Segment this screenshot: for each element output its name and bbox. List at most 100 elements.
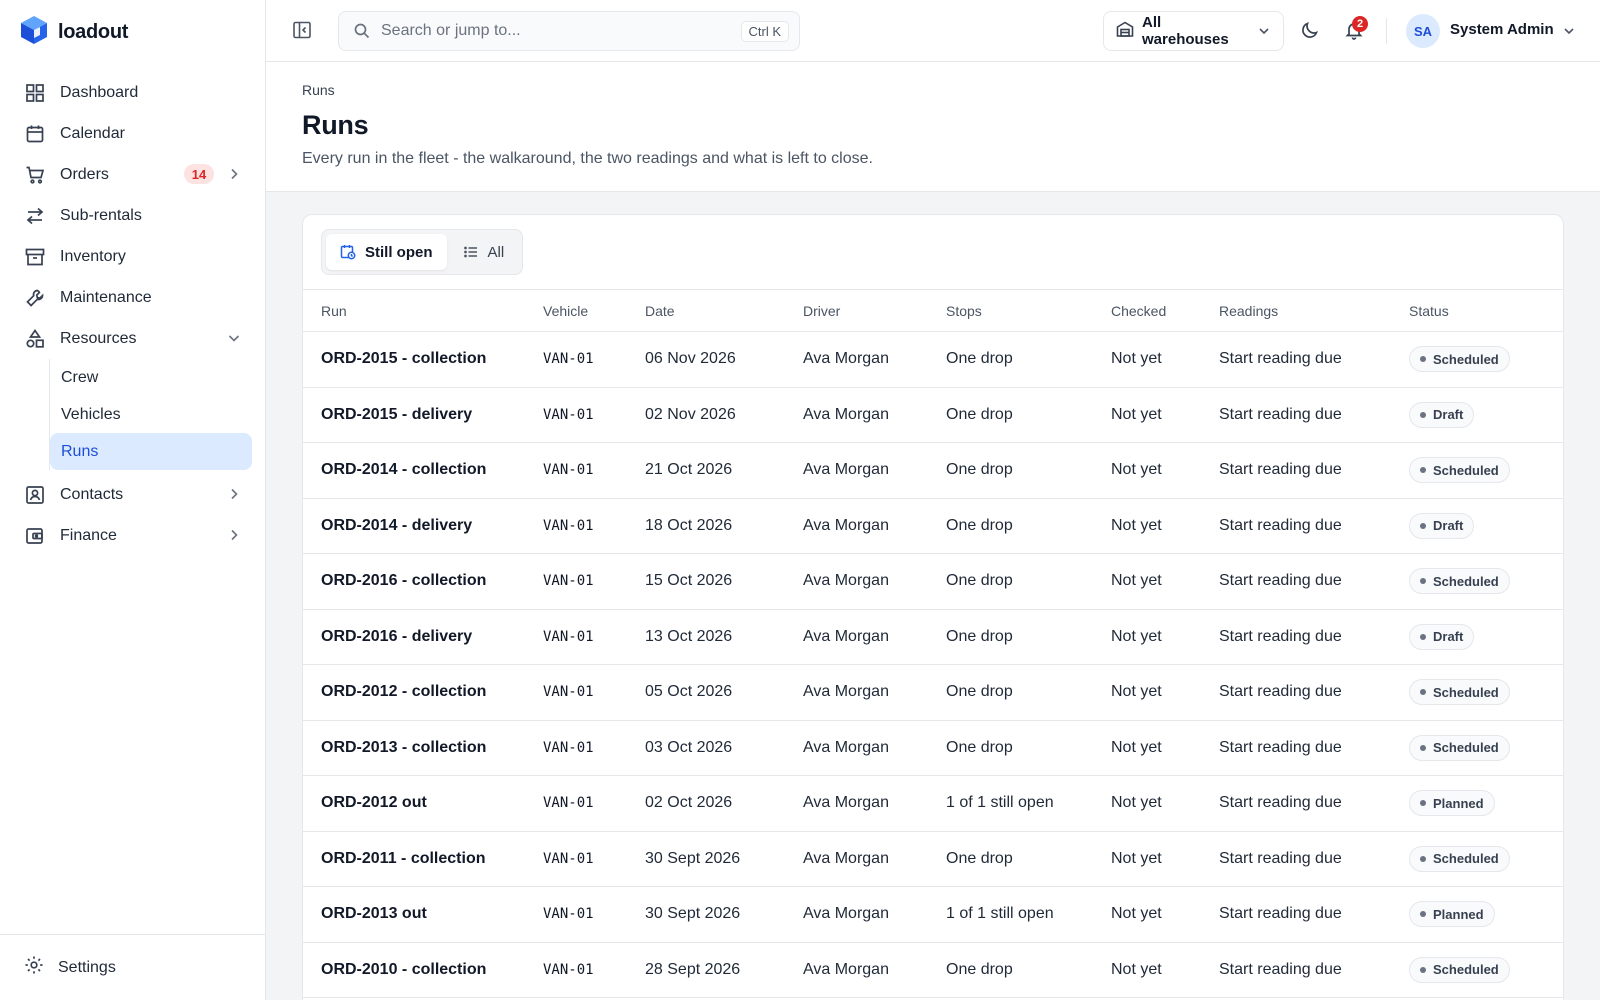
column-header-driver[interactable]: Driver	[803, 289, 946, 332]
sidebar-item-label: Maintenance	[60, 288, 152, 306]
table-row[interactable]: ORD-2015 - collection VAN-01 06 Nov 2026 Av…	[303, 331, 1563, 388]
wrench-icon	[24, 287, 46, 309]
status-badge: Scheduled	[1409, 346, 1510, 373]
status-cell: Scheduled	[1409, 553, 1563, 610]
table-row[interactable]: ORD-2014 - collection VAN-01 21 Oct 2026 Av…	[303, 442, 1563, 499]
table-row[interactable]: ORD-2015 - delivery VAN-01 02 Nov 2026 Ava …	[303, 387, 1563, 443]
sidebar-item-inventory[interactable]: Inventory	[12, 236, 254, 277]
status-dot-icon	[1420, 411, 1426, 418]
filter-all-button[interactable]: All	[449, 234, 519, 270]
sidebar-item-finance[interactable]: Finance	[12, 515, 254, 556]
warehouse-label: All warehouses	[1142, 14, 1229, 48]
moon-icon[interactable]	[1300, 20, 1322, 42]
readings-cell: Start reading due	[1219, 498, 1409, 554]
sidebar-item-maintenance[interactable]: Maintenance	[12, 277, 254, 318]
column-header-checked[interactable]: Checked	[1111, 289, 1219, 332]
archive-icon	[24, 246, 46, 268]
sidebar-item-dashboard[interactable]: Dashboard	[12, 72, 254, 113]
sidebar-item-calendar[interactable]: Calendar	[12, 113, 254, 154]
sidebar-item-sub-rentals[interactable]: Sub-rentals	[12, 195, 254, 236]
sidebar-subitem-runs[interactable]: Runs	[50, 433, 252, 470]
warehouse-icon	[1116, 20, 1134, 42]
column-header-stops[interactable]: Stops	[946, 289, 1111, 332]
driver-cell: Ava Morgan	[803, 886, 946, 943]
sidebar-item-resources[interactable]: Resources	[12, 318, 254, 359]
run-name-cell: ORD-2014 - collection	[303, 442, 543, 499]
run-name-cell: ORD-2012 out	[303, 775, 543, 832]
table-row[interactable]: ORD-2013 - collection VAN-01 03 Oct 2026 Av…	[303, 720, 1563, 776]
sidebar-item-label: Inventory	[60, 247, 126, 265]
status-dot-icon	[1420, 578, 1426, 585]
user-name[interactable]: System Admin	[1450, 21, 1554, 38]
stops-cell: One drop	[946, 942, 1111, 998]
status-dot-icon	[1420, 467, 1426, 474]
column-header-run[interactable]: Run	[303, 289, 543, 332]
sidebar-item-orders[interactable]: Orders 14	[12, 154, 254, 195]
table-row[interactable]: ORD-2012 out VAN-01 02 Oct 2026 Ava Morgan 1…	[303, 775, 1563, 832]
sidebar-subitem-vehicles[interactable]: Vehicles	[50, 396, 254, 433]
filter-still-open-button[interactable]: Still open	[326, 234, 447, 270]
sidebar-item-settings[interactable]: Settings	[24, 955, 116, 980]
table-row[interactable]: ORD-2012 - collection VAN-01 05 Oct 2026 Av…	[303, 664, 1563, 721]
vehicle-cell: VAN-01	[543, 442, 645, 499]
sidebar-item-contacts[interactable]: Contacts	[12, 474, 254, 515]
brand[interactable]: loadout	[20, 15, 128, 48]
status-badge: Scheduled	[1409, 568, 1510, 595]
table-row[interactable]: ORD-2014 - delivery VAN-01 18 Oct 2026 Ava …	[303, 498, 1563, 554]
date-cell: 30 Sept 2026	[645, 831, 803, 887]
driver-cell: Ava Morgan	[803, 442, 946, 499]
chevron-down-icon	[1257, 24, 1271, 38]
contact-card-icon	[24, 484, 46, 506]
readings-cell: Start reading due	[1219, 886, 1409, 943]
status-cell: Scheduled	[1409, 442, 1563, 499]
column-header-readings[interactable]: Readings	[1219, 289, 1409, 332]
status-cell: Scheduled	[1409, 331, 1563, 388]
breadcrumb[interactable]: Runs	[302, 82, 335, 98]
stops-cell: One drop	[946, 553, 1111, 610]
status-badge: Scheduled	[1409, 956, 1510, 983]
checked-cell: Not yet	[1111, 498, 1219, 554]
status-cell: Scheduled	[1409, 720, 1563, 776]
sidebar-subitem-crew[interactable]: Crew	[50, 359, 254, 396]
date-cell: 30 Sept 2026	[645, 886, 803, 943]
column-header-vehicle[interactable]: Vehicle	[543, 289, 645, 332]
sidebar: loadout Dashboard Calendar Orders 14 Sub…	[0, 0, 266, 1000]
sidebar-item-label: Finance	[60, 526, 117, 544]
table-row[interactable]: ORD-2016 - collection VAN-01 15 Oct 2026 Av…	[303, 553, 1563, 610]
swap-icon	[24, 205, 46, 227]
sidebar-item-label: Orders	[60, 165, 109, 183]
cart-icon	[24, 164, 46, 186]
shapes-icon	[24, 328, 46, 350]
table-row[interactable]: ORD-2013 out VAN-01 30 Sept 2026 Ava Morgan…	[303, 886, 1563, 943]
status-dot-icon	[1420, 689, 1426, 696]
topbar: Search or jump to... Ctrl K All warehous…	[266, 0, 1600, 62]
search-shortcut: Ctrl K	[740, 20, 789, 42]
status-dot-icon	[1420, 356, 1426, 363]
status-dot-icon	[1420, 966, 1426, 973]
table-row[interactable]: ORD-2011 - collection VAN-01 30 Sept 2026 A…	[303, 831, 1563, 887]
checked-cell: Not yet	[1111, 664, 1219, 721]
avatar[interactable]: SA	[1406, 14, 1440, 48]
status-badge: Planned	[1409, 901, 1495, 928]
status-dot-icon	[1420, 800, 1426, 807]
chevron-right-icon	[226, 486, 242, 502]
vehicle-cell: VAN-01	[543, 720, 645, 776]
column-header-date[interactable]: Date	[645, 289, 803, 332]
chevron-down-icon[interactable]	[1562, 24, 1576, 38]
run-name-cell: ORD-2013 out	[303, 886, 543, 943]
status-label: Scheduled	[1433, 851, 1499, 867]
checked-cell: Not yet	[1111, 609, 1219, 665]
warehouse-select[interactable]: All warehouses	[1103, 11, 1284, 51]
sidebar-toggle-icon[interactable]	[292, 20, 314, 42]
search-input[interactable]: Search or jump to... Ctrl K	[338, 11, 800, 51]
date-cell: 21 Oct 2026	[645, 442, 803, 499]
calendar-clock-icon	[340, 244, 356, 260]
status-badge: Scheduled	[1409, 679, 1510, 706]
sidebar-item-label: Sub-rentals	[60, 206, 142, 224]
table-row[interactable]: ORD-2010 - collection VAN-01 28 Sept 2026 A…	[303, 942, 1563, 998]
status-badge: Draft	[1409, 623, 1475, 650]
driver-cell: Ava Morgan	[803, 609, 946, 665]
column-header-status[interactable]: Status	[1409, 289, 1563, 332]
table-row[interactable]: ORD-2016 - delivery VAN-01 13 Oct 2026 Ava …	[303, 609, 1563, 665]
vehicle-cell: VAN-01	[543, 331, 645, 388]
